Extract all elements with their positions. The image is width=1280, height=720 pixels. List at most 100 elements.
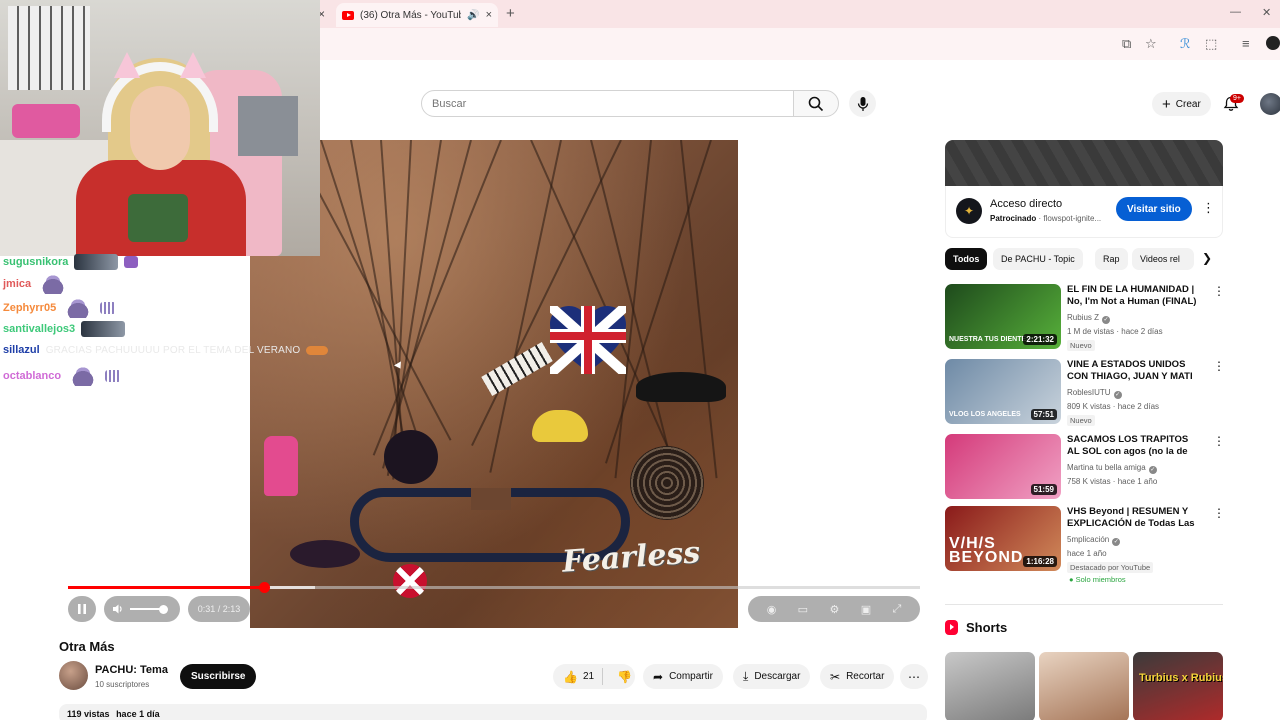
recommended-title[interactable]: VINE A ESTADOS UNIDOS CON THIAGO, JUAN Y… xyxy=(1067,359,1201,383)
tab-close-icon[interactable]: × xyxy=(486,9,492,21)
recommended-title[interactable]: VHS Beyond | RESUMEN Y EXPLICACIÓN de To… xyxy=(1067,506,1201,530)
thumbs-up-icon: 👍 xyxy=(563,669,578,684)
browser-tab-active[interactable]: (36) Otra Más - YouTube 🔊 × xyxy=(336,3,498,27)
ad-title: Acceso directo xyxy=(990,198,1063,210)
chat-emote-bars-icon xyxy=(105,370,122,382)
upload-date: hace 1 día xyxy=(116,709,160,719)
view-count: 119 vistas xyxy=(67,709,110,719)
share-button[interactable]: ➦ Compartir xyxy=(643,664,723,689)
player-right-controls: ◉ ▭ ⚙ ▣ ⤢ xyxy=(748,596,920,622)
video-thumbnail[interactable]: 51:59 xyxy=(945,434,1061,499)
filter-chips: Todos De PACHU - Topic Rap Videos rel xyxy=(945,248,1220,270)
shorts-title: Shorts xyxy=(966,620,1008,635)
chat-text: GRACIAS PACHUUUUU POR EL TEMA DEL VERANO xyxy=(45,344,301,356)
media-icon[interactable]: ≡ xyxy=(1242,36,1250,51)
download-button[interactable]: ⤓ Descargar xyxy=(733,664,811,689)
visit-site-button[interactable]: Visitar sitio xyxy=(1116,197,1192,221)
video-chain xyxy=(382,140,472,469)
ad-more-vertical-icon[interactable]: ⋮ xyxy=(1202,200,1215,216)
section-divider xyxy=(945,604,1223,605)
clip-button[interactable]: ✂ Recortar xyxy=(820,664,895,689)
recommended-title[interactable]: SACAMOS LOS TRAPITOS AL SOL con agos (no… xyxy=(1067,434,1201,458)
dislike-button[interactable]: 👎 xyxy=(609,670,640,684)
chip-rap[interactable]: Rap xyxy=(1095,248,1128,270)
channel-avatar[interactable] xyxy=(59,661,88,690)
share-arrow-icon: ➦ xyxy=(653,669,664,684)
download-icon: ⤓ xyxy=(743,669,749,683)
recommended-title[interactable]: EL FIN DE LA HUMANIDAD | No, I'm Not a H… xyxy=(1067,284,1201,308)
chat-message: sugusnikora xyxy=(3,254,139,270)
chat-emote-hat-icon xyxy=(37,274,70,294)
short-thumbnail[interactable] xyxy=(1039,652,1129,720)
chevron-right-icon[interactable]: ❯ xyxy=(1202,251,1212,265)
ad-sponsored-label: Patrocinado xyxy=(990,214,1037,223)
voice-search-button[interactable] xyxy=(849,90,876,117)
plus-icon: + xyxy=(1162,95,1171,113)
recommended-channel-name: Rubius Z xyxy=(1067,313,1100,322)
recommended-meta: hace 1 año xyxy=(1067,549,1107,558)
search-button[interactable] xyxy=(793,90,839,117)
progress-scrubber[interactable] xyxy=(258,582,270,593)
new-badge: Nuevo xyxy=(1067,340,1095,351)
recommended-video[interactable]: VLOG LOS ANGELES 57:51 VINE A ESTADOS UN… xyxy=(945,359,1225,427)
recommended-video[interactable]: NUESTRA TUS DIENTES 2:21:32 EL FIN DE LA… xyxy=(945,284,1225,352)
video-duration: 57:51 xyxy=(1030,409,1057,420)
video-thumbnail[interactable]: VLOG LOS ANGELES 57:51 xyxy=(945,359,1061,424)
speaker-icon[interactable]: 🔊 xyxy=(467,10,479,21)
video-description-box[interactable]: 119 vistas hace 1 día xyxy=(59,704,927,720)
new-tab-button[interactable]: + xyxy=(506,5,515,22)
cast-icon[interactable]: ⧉ xyxy=(1122,36,1131,52)
chip-related[interactable]: Videos rel xyxy=(1132,248,1194,270)
volume-slider[interactable] xyxy=(130,604,168,614)
like-button[interactable]: 👍 21 xyxy=(553,668,604,685)
chat-emote-bars-icon xyxy=(100,302,117,314)
time-text: 0:31 / 2:13 xyxy=(197,604,241,614)
volume-knob[interactable] xyxy=(159,604,168,614)
volume-control[interactable] xyxy=(104,596,180,622)
recommended-video[interactable]: 51:59 SACAMOS LOS TRAPITOS AL SOL con ag… xyxy=(945,434,1225,502)
profile-avatar[interactable] xyxy=(1266,36,1280,50)
tab-title: (36) Otra Más - YouTube xyxy=(360,9,462,21)
settings-gear-icon[interactable]: ⚙ xyxy=(829,603,839,616)
short-thumbnail[interactable]: Turbius x Rubius xyxy=(1133,652,1223,720)
recommended-channel: Rubius Z ✓ xyxy=(1067,313,1111,324)
create-button[interactable]: + Crear xyxy=(1152,92,1211,116)
short-thumbnail[interactable] xyxy=(945,652,1035,720)
chip-all[interactable]: Todos xyxy=(945,248,988,270)
webcam-shirt-print xyxy=(128,194,188,242)
account-avatar[interactable] xyxy=(1260,93,1280,115)
video-progress-bar[interactable] xyxy=(68,582,920,593)
recommended-video[interactable]: V/H/S BEYOND 1:16:28 VHS Beyond | RESUME… xyxy=(945,506,1225,584)
fullscreen-icon[interactable]: ⤢ xyxy=(892,603,901,616)
pause-button[interactable] xyxy=(68,596,96,622)
ad-banner-image[interactable] xyxy=(945,140,1223,186)
ad-domain: flowspot-ignite... xyxy=(1043,214,1102,223)
more-vertical-icon[interactable]: ⋮ xyxy=(1213,434,1225,448)
channel-name[interactable]: PACHU: Tema xyxy=(95,664,168,676)
star-icon[interactable]: ☆ xyxy=(1145,36,1157,52)
members-only-label: Solo miembros xyxy=(1075,575,1126,584)
more-vertical-icon[interactable]: ⋮ xyxy=(1213,284,1225,298)
webcam-cat-ear-left xyxy=(114,52,140,78)
more-vertical-icon[interactable]: ⋮ xyxy=(1213,506,1225,520)
like-count: 21 xyxy=(582,671,595,682)
miniplayer-icon[interactable]: ▣ xyxy=(861,603,871,616)
chat-message: octablanco xyxy=(3,366,122,386)
subtitles-icon[interactable]: ▭ xyxy=(798,603,808,616)
video-thumbnail[interactable]: V/H/S BEYOND 1:16:28 xyxy=(945,506,1061,571)
minimize-icon[interactable]: — xyxy=(1230,6,1241,18)
chat-username: sillazul xyxy=(3,344,40,356)
more-vertical-icon[interactable]: ⋮ xyxy=(1213,359,1225,373)
ad-card[interactable]: ✦ Acceso directo Patrocinado · flowspot-… xyxy=(945,186,1223,238)
autoplay-toggle-icon[interactable]: ◉ xyxy=(767,603,777,616)
search-input[interactable] xyxy=(421,90,794,117)
subscribe-button[interactable]: Suscribirse xyxy=(180,664,257,689)
video-player[interactable]: Fearless xyxy=(250,140,738,628)
chat-emote-icon xyxy=(124,256,139,268)
chip-topic[interactable]: De PACHU - Topic xyxy=(993,248,1083,270)
extension-icon[interactable]: ℛ xyxy=(1180,36,1190,52)
video-thumbnail[interactable]: NUESTRA TUS DIENTES 2:21:32 xyxy=(945,284,1061,349)
more-actions-button[interactable]: ⋯ xyxy=(900,664,928,689)
puzzle-icon[interactable]: ⬚ xyxy=(1205,36,1217,52)
close-window-icon[interactable]: ✕ xyxy=(1262,6,1271,19)
